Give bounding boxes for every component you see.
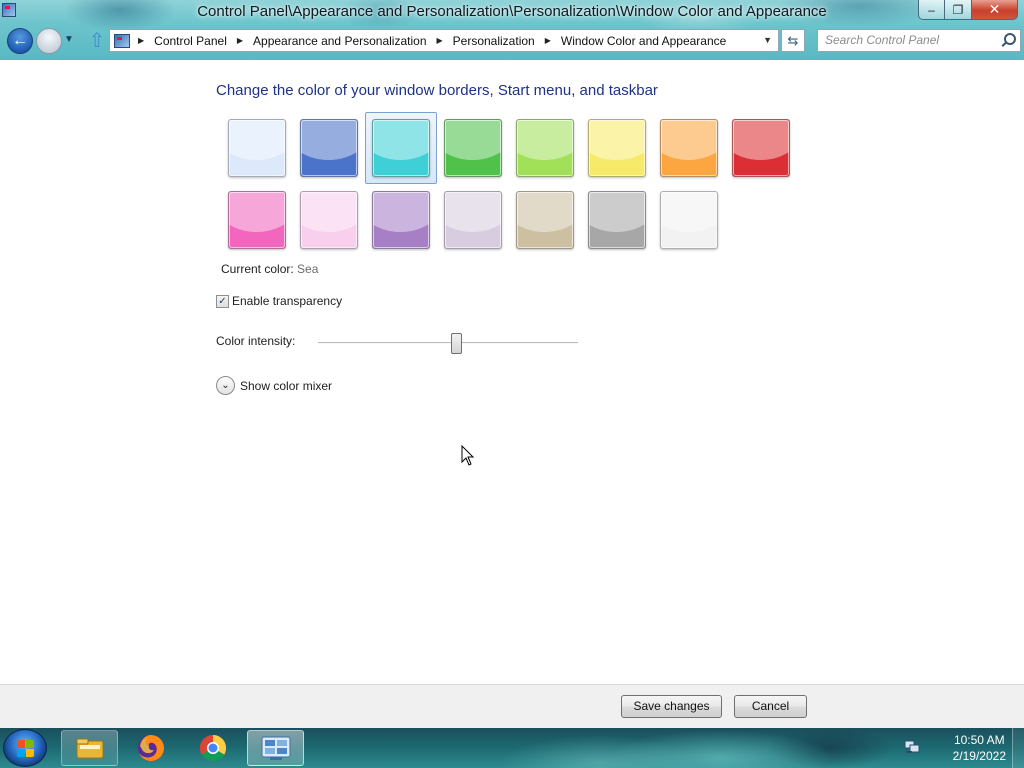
color-swatch[interactable] xyxy=(372,191,430,249)
color-swatch[interactable] xyxy=(444,191,502,249)
back-button[interactable]: ← xyxy=(7,28,33,54)
control-panel-icon xyxy=(261,736,290,760)
taskbar-firefox[interactable] xyxy=(122,730,179,766)
color-swatch[interactable] xyxy=(444,119,502,177)
chevron-right-icon[interactable]: ▶ xyxy=(138,36,144,45)
color-swatch[interactable] xyxy=(372,119,430,177)
maximize-button[interactable]: ❐ xyxy=(945,0,972,20)
breadcrumb-window-color-and-appearance[interactable]: Window Color and Appearance xyxy=(561,34,726,48)
refresh-button[interactable]: ⇆ xyxy=(781,29,805,52)
color-intensity-slider[interactable] xyxy=(318,342,578,344)
show-color-mixer-toggle[interactable]: ⌄ Show color mixer xyxy=(216,376,332,395)
cancel-button[interactable]: Cancel xyxy=(734,695,807,718)
show-color-mixer-label[interactable]: Show color mixer xyxy=(240,379,332,393)
current-color-value: Sea xyxy=(297,262,319,276)
clock-date: 2/19/2022 xyxy=(952,749,1006,763)
minimize-button[interactable]: – xyxy=(918,0,945,20)
breadcrumb-appearance-and-personalization[interactable]: Appearance and Personalization xyxy=(253,34,426,48)
color-swatch[interactable] xyxy=(732,119,790,177)
windows-logo-icon xyxy=(17,740,35,758)
breadcrumb-personalization[interactable]: Personalization xyxy=(453,34,535,48)
clock[interactable]: 10:50 AM 2/19/2022 xyxy=(953,732,1006,764)
taskbar-chrome[interactable] xyxy=(184,730,241,766)
color-swatch[interactable] xyxy=(300,191,358,249)
footer-bar: Save changes Cancel xyxy=(0,684,1024,728)
chevron-right-icon[interactable]: ▶ xyxy=(237,36,243,45)
taskbar-file-explorer[interactable] xyxy=(61,730,118,766)
color-intensity-label: Color intensity: xyxy=(216,334,296,348)
color-swatch[interactable] xyxy=(516,119,574,177)
up-level-button[interactable]: ⇧ xyxy=(86,30,108,52)
color-swatch[interactable] xyxy=(300,119,358,177)
breadcrumb-control-panel[interactable]: Control Panel xyxy=(154,34,227,48)
forward-button[interactable] xyxy=(36,28,62,54)
clock-time: 10:50 AM xyxy=(953,733,1005,747)
content-area: Change the color of your window borders,… xyxy=(0,60,1024,684)
show-desktop-button[interactable] xyxy=(1012,728,1024,768)
color-swatch[interactable] xyxy=(660,191,718,249)
enable-transparency-checkbox[interactable]: ✓ xyxy=(216,294,229,308)
address-bar[interactable]: ▶ Control Panel ▶ Appearance and Persona… xyxy=(109,29,779,52)
firefox-icon xyxy=(137,735,164,761)
folder-icon xyxy=(76,738,103,759)
chevron-right-icon[interactable]: ▶ xyxy=(437,36,443,45)
color-swatch[interactable] xyxy=(588,119,646,177)
chevron-down-icon[interactable]: ⌄ xyxy=(216,376,235,395)
caption-buttons: – ❐ ✕ xyxy=(918,0,1018,20)
color-swatch[interactable] xyxy=(228,119,286,177)
color-swatch[interactable] xyxy=(516,191,574,249)
network-icon[interactable] xyxy=(904,740,920,754)
color-swatch[interactable] xyxy=(660,119,718,177)
color-swatch[interactable] xyxy=(228,191,286,249)
start-button[interactable] xyxy=(3,729,47,767)
recent-pages-dropdown-icon[interactable]: ▼ xyxy=(64,34,74,45)
window-title: Control Panel\Appearance and Personaliza… xyxy=(197,3,827,20)
enable-transparency-label[interactable]: Enable transparency xyxy=(232,294,342,308)
color-swatch[interactable] xyxy=(588,191,646,249)
search-icon[interactable] xyxy=(1002,33,1016,47)
taskbar-control-panel[interactable] xyxy=(247,730,304,766)
enable-transparency-option[interactable]: ✓ Enable transparency xyxy=(216,294,342,308)
system-tray: 10:50 AM 2/19/2022 xyxy=(904,728,1024,768)
color-intensity-slider-thumb[interactable] xyxy=(450,333,462,354)
current-color: Current color: Sea xyxy=(221,262,318,276)
search-placeholder: Search Control Panel xyxy=(825,33,940,47)
current-color-label: Current color: xyxy=(221,262,294,276)
taskbar: 10:50 AM 2/19/2022 xyxy=(0,728,1024,768)
save-changes-button[interactable]: Save changes xyxy=(621,695,722,718)
mouse-cursor-icon xyxy=(461,445,475,466)
page-heading: Change the color of your window borders,… xyxy=(216,82,658,99)
search-input[interactable]: Search Control Panel xyxy=(817,29,1021,52)
chevron-right-icon[interactable]: ▶ xyxy=(545,36,551,45)
window-chrome: Control Panel\Appearance and Personaliza… xyxy=(0,0,1024,60)
close-button[interactable]: ✕ xyxy=(972,0,1018,20)
chrome-icon xyxy=(199,734,226,762)
address-dropdown-icon[interactable]: ▼ xyxy=(763,35,772,45)
control-panel-icon xyxy=(114,33,130,48)
